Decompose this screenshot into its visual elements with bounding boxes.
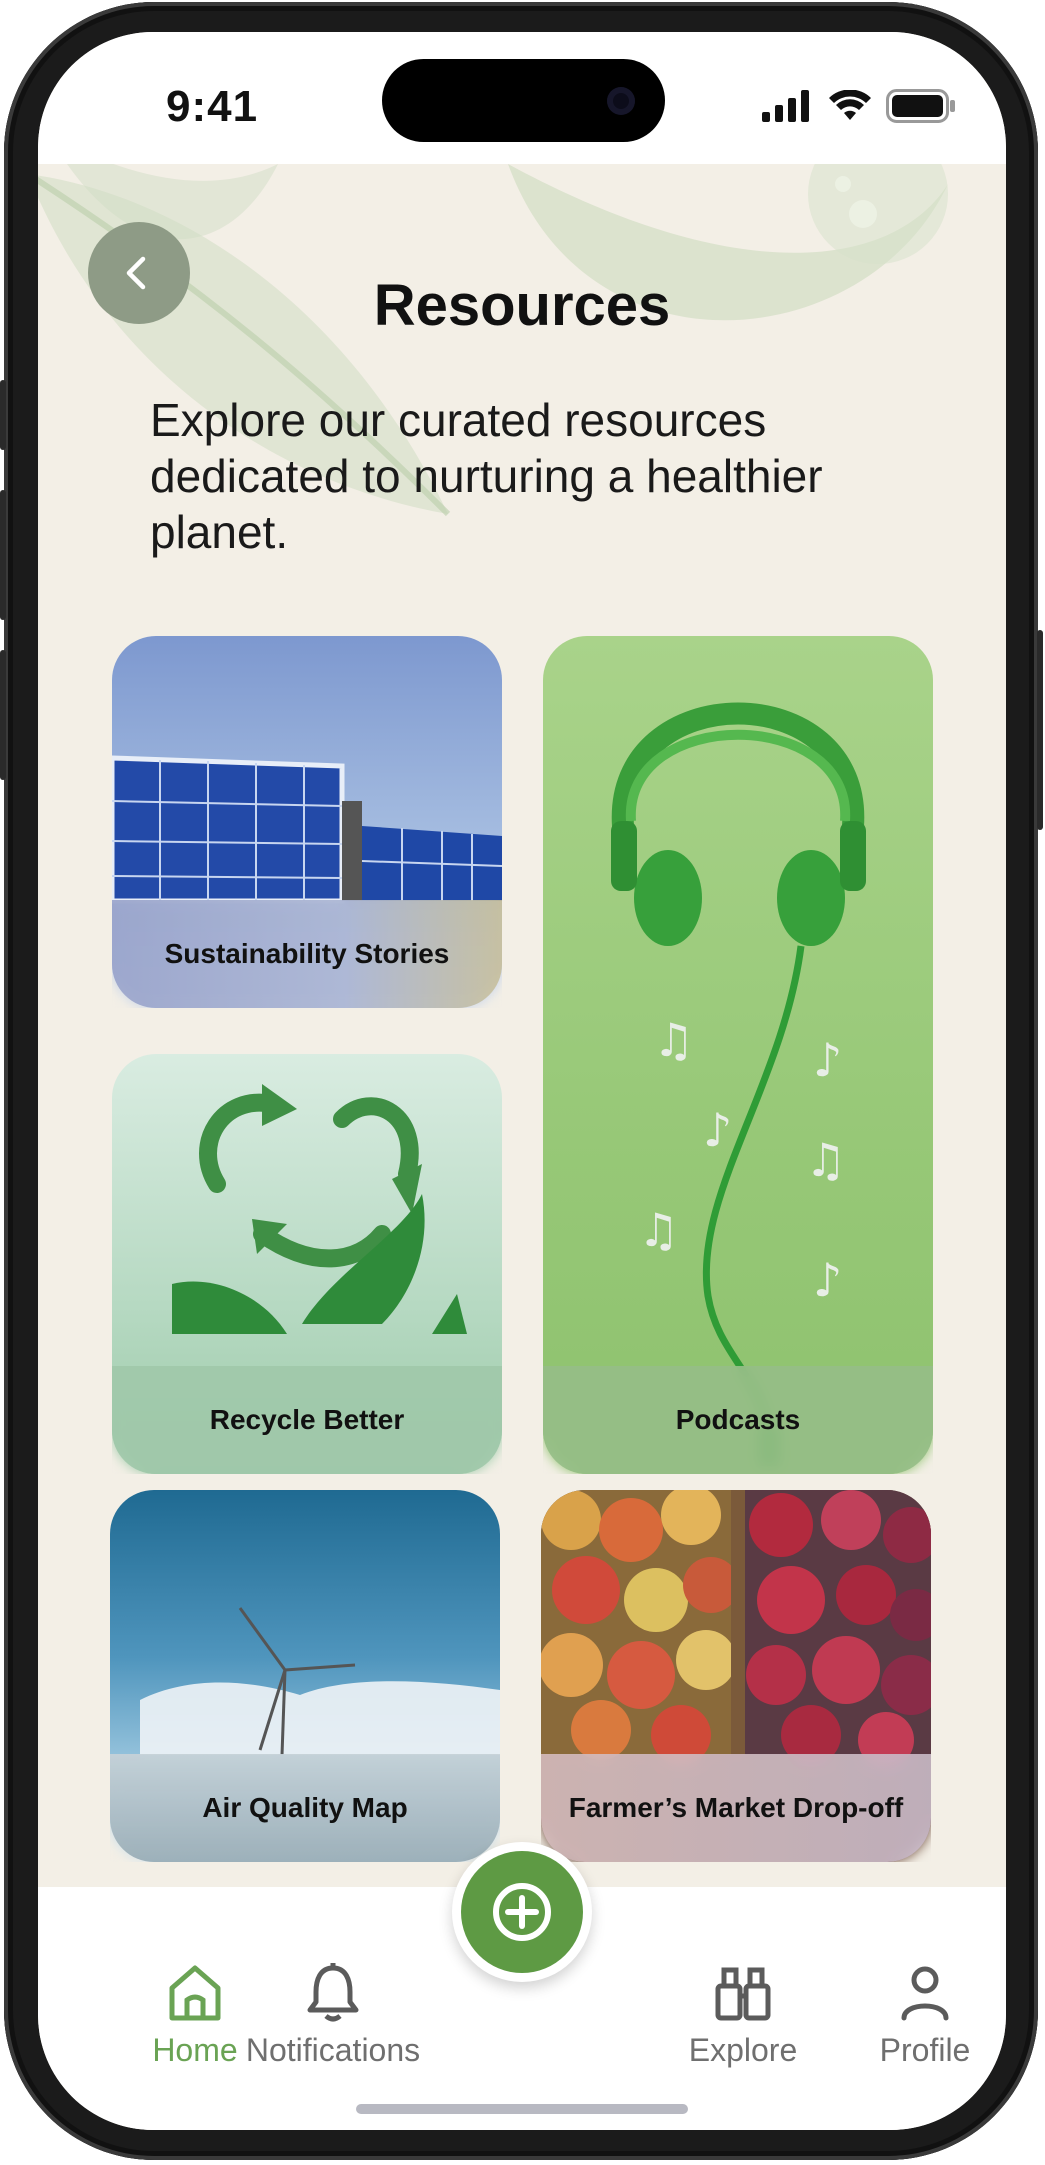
nav-label-explore: Explore <box>688 2032 798 2068</box>
add-button-inner <box>461 1851 583 1973</box>
status-icons <box>762 86 956 126</box>
home-indicator[interactable] <box>356 2104 688 2114</box>
side-button <box>1037 630 1043 830</box>
card-label: Farmer’s Market Drop-off <box>541 1754 931 1862</box>
headphones-image: ♫ ♪ ♪ ♫ ♫ ♪ <box>611 702 866 1466</box>
card-recycle-better[interactable]: Recycle Better <box>112 1054 502 1474</box>
card-label: Podcasts <box>543 1366 933 1474</box>
nav-item-notifications[interactable]: Notifications <box>183 1962 483 2069</box>
svg-text:♫: ♫ <box>638 1203 679 1257</box>
nav-item-profile[interactable]: Profile <box>830 1962 1006 2069</box>
svg-text:♪: ♪ <box>703 1103 732 1157</box>
side-button <box>0 380 6 450</box>
card-sustainability-stories[interactable]: Sustainability Stories <box>112 636 502 1008</box>
user-icon <box>901 1966 949 2021</box>
camera-icon <box>607 87 635 115</box>
card-farmers-market[interactable]: Farmer’s Market Drop-off <box>541 1490 931 1862</box>
nav-label-notifications: Notifications <box>245 2032 421 2068</box>
status-time: 9:41 <box>166 82 259 131</box>
side-button <box>0 650 6 780</box>
card-label: Recycle Better <box>112 1366 502 1474</box>
binoculars-icon <box>715 1967 771 2021</box>
wifi-icon <box>829 90 871 120</box>
card-label: Sustainability Stories <box>112 900 502 1008</box>
screen: 9:41 Resources Explore our curated resou… <box>38 32 1006 2130</box>
status-bar: 9:41 <box>38 32 1006 164</box>
svg-text:♪: ♪ <box>813 1253 842 1307</box>
svg-text:♪: ♪ <box>813 1033 842 1087</box>
signal-icon <box>762 90 809 122</box>
side-button <box>0 490 6 620</box>
nav-item-explore[interactable]: Explore <box>648 1962 838 2069</box>
intro-text: Explore our curated resources dedicated … <box>150 394 823 558</box>
card-air-quality-map[interactable]: Air Quality Map <box>110 1490 500 1862</box>
page-title: Resources <box>373 273 671 338</box>
card-podcasts[interactable]: ♫ ♪ ♪ ♫ ♫ ♪ Podcasts <box>543 636 933 1474</box>
dynamic-island <box>382 59 665 142</box>
battery-icon <box>886 89 955 123</box>
svg-text:♫: ♫ <box>805 1133 846 1187</box>
card-label: Air Quality Map <box>110 1754 500 1862</box>
plus-circle-icon <box>493 1883 551 1941</box>
svg-text:♫: ♫ <box>653 1013 694 1067</box>
add-button[interactable] <box>452 1842 592 1982</box>
nav-label-profile: Profile <box>879 2032 971 2068</box>
bell-icon <box>307 1963 359 2022</box>
